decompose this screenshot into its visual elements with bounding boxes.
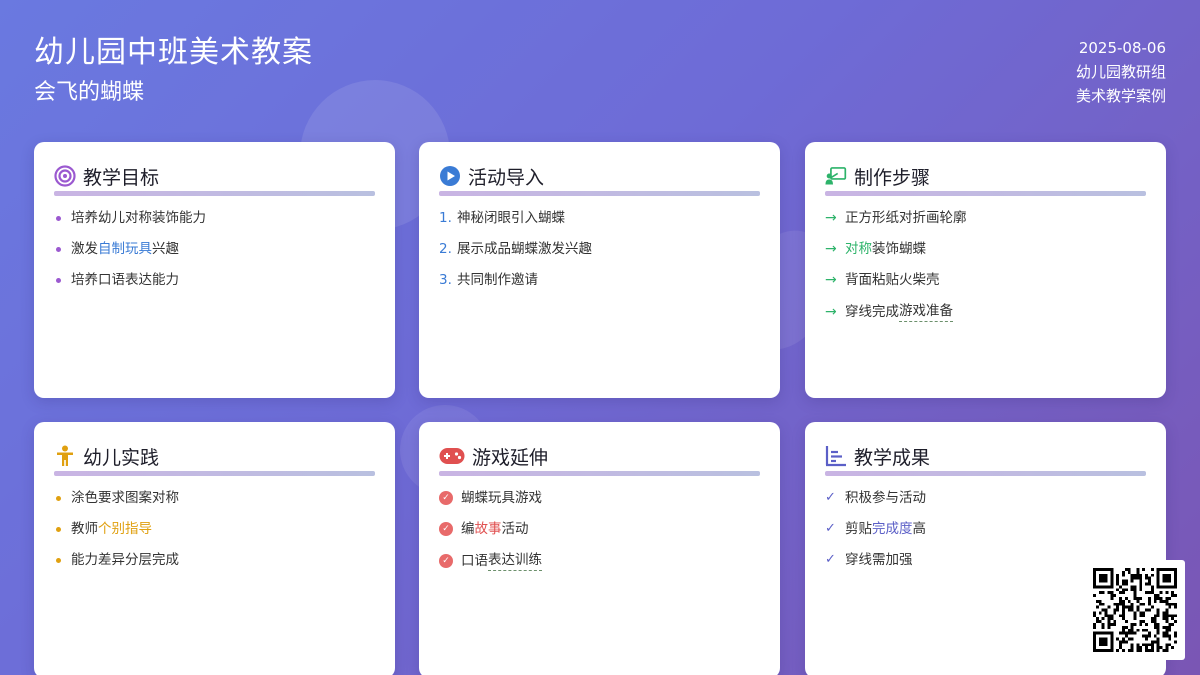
card-goals: 教学目标 培养幼儿对称装饰能力 激发 自制玩具 兴趣 培养口语表达能力 [34, 142, 395, 398]
date-label: 2025-08-06 [1078, 39, 1166, 57]
list-item: 培养口语表达能力 [54, 270, 375, 290]
target-icon [54, 165, 76, 187]
presentation-icon [825, 165, 847, 187]
title-rule [439, 191, 760, 196]
card-steps: 制作步骤 → 正方形纸对折画轮廓 → 对称 装饰蝴蝶 → 背面粘贴火柴壳 → 穿线完成 游戏… [805, 142, 1166, 398]
title-rule [825, 471, 1146, 476]
category-label: 美术教学案例 [1075, 87, 1166, 105]
list-item: 教师 个别指导 [54, 519, 375, 539]
list-item: ✓ 编故事 活动 [439, 519, 760, 539]
list-item: ✓ 积极参与活动 [825, 490, 926, 506]
list-item: ✓ 口语 表达训练 [439, 550, 760, 571]
card-title: 游戏延伸 [472, 446, 549, 469]
list-item: ✓ 蝴蝶玩具游戏 [439, 488, 760, 508]
card-practice: 幼儿实践 涂色要求图案对称 教师 个别指导 能力差异分层完成 [34, 422, 395, 675]
title-rule [439, 471, 760, 476]
page-subtitle: 会飞的蝴蝶 [34, 80, 145, 105]
list-item: 1. 神秘闭眼引入蝴蝶 [439, 210, 565, 226]
gamepad-icon [439, 445, 465, 467]
child-icon [54, 445, 76, 467]
list-item: → 穿线完成 游戏准备 [825, 301, 1146, 322]
card-title: 制作步骤 [854, 166, 931, 189]
list-item: ✓ 剪贴 完成度高 [825, 521, 926, 537]
bar-list-icon [825, 445, 847, 467]
card-title: 教学成果 [854, 446, 931, 469]
list-item: 涂色要求图案对称 [54, 488, 375, 508]
list-item: 3. 共同制作邀请 [439, 272, 538, 288]
list-item: 激发 自制玩具 兴趣 [54, 239, 375, 259]
page-title: 幼儿园中班美术教案 [34, 35, 313, 70]
card-intro: 活动导入 1. 神秘闭眼引入蝴蝶 2. 展示成品蝴蝶激发兴趣 3. 共同制作邀请 [419, 142, 780, 398]
list-item: 2. 展示成品蝴蝶激发兴趣 [439, 241, 592, 257]
qr-code-icon [1085, 560, 1185, 660]
play-icon [439, 165, 461, 187]
title-rule [825, 191, 1146, 196]
list-item: 能力差异分层完成 [54, 550, 375, 570]
list-item: → 正方形纸对折画轮廓 [825, 210, 967, 226]
title-rule [54, 471, 375, 476]
list-item: → 对称 装饰蝴蝶 [825, 241, 926, 257]
card-games: 游戏延伸 ✓ 蝴蝶玩具游戏 ✓ 编故事 活动 ✓ 口语 表达训练 [419, 422, 780, 675]
org-label: 幼儿园教研组 [1075, 63, 1166, 81]
card-title: 幼儿实践 [83, 446, 160, 469]
header-meta: 2025-08-06 幼儿园教研组 美术教学案例 [1076, 36, 1166, 108]
header: 幼儿园中班美术教案 会飞的蝴蝶 [34, 34, 313, 108]
title-rule [54, 191, 375, 196]
card-title: 活动导入 [468, 166, 545, 189]
list-item: 培养幼儿对称装饰能力 [54, 208, 375, 228]
card-title: 教学目标 [83, 166, 160, 189]
list-item: → 背面粘贴火柴壳 [825, 272, 940, 288]
